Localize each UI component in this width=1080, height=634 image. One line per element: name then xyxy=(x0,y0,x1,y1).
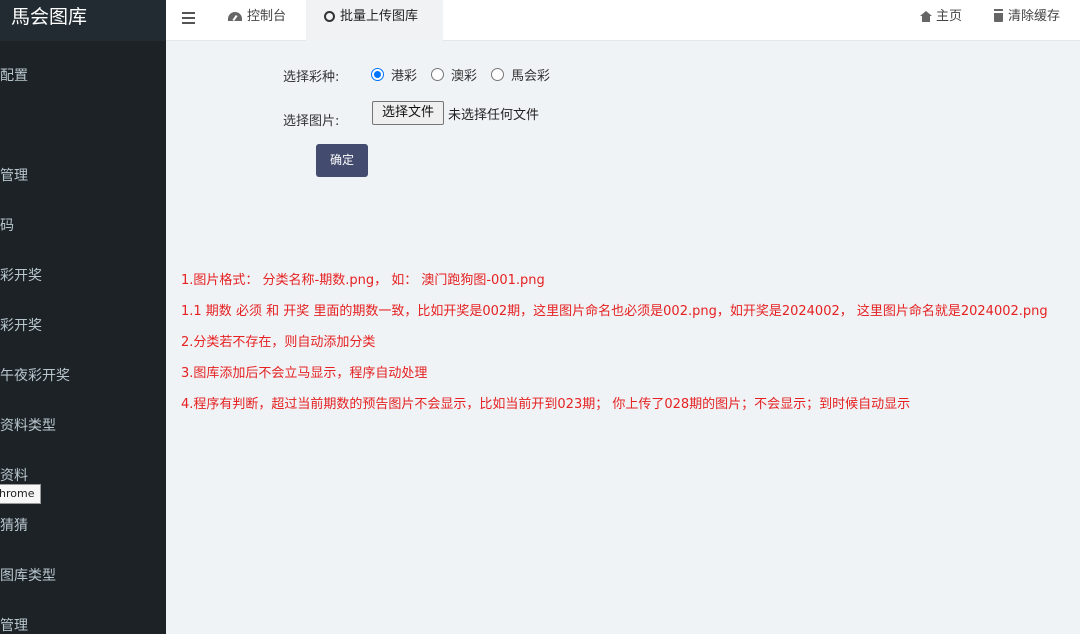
tab-dashboard-label: 控制台 xyxy=(247,9,287,24)
browser-tooltip: hrome xyxy=(0,484,41,504)
sidebar-item-gallery-types[interactable]: 开图库类型 xyxy=(0,551,166,601)
clear-cache-link[interactable]: 清除缓存 xyxy=(994,0,1060,41)
note-line-4: 4.程序有判断，超过当前期数的预告图片不会显示，比如当前开到023期； 你上传了… xyxy=(181,397,911,412)
dashboard-icon xyxy=(228,12,242,21)
image-select-label: 选择图片: xyxy=(283,114,340,129)
radio-hk[interactable] xyxy=(371,67,384,81)
sidebar-item-data-types[interactable]: 台资料类型 xyxy=(0,401,166,451)
file-status-text: 未选择任何文件 xyxy=(448,108,540,123)
clear-cache-label: 清除缓存 xyxy=(1008,9,1061,24)
sidebar: 馬会图库 左配置 示 论管理 换码 港彩开奖 澳彩开奖 澳午夜彩开奖 台资料类型… xyxy=(0,0,166,634)
sidebar-item-notice[interactable]: 示 xyxy=(0,101,166,151)
sidebar-item-config[interactable]: 左配置 xyxy=(0,51,166,101)
radio-macau-label[interactable]: 澳彩 xyxy=(451,65,477,84)
radio-hk-label[interactable]: 港彩 xyxy=(391,65,417,84)
note-line-1-1: 1.1 期数 必须 和 开奖 里面的期数一致，比如开奖是002期，这里图片命名也… xyxy=(181,304,1048,319)
menu-toggle-icon[interactable] xyxy=(182,12,195,24)
sidebar-item-guess[interactable]: 默猜猜 xyxy=(0,501,166,551)
radio-macau[interactable] xyxy=(431,67,445,81)
trash-icon xyxy=(994,11,1003,22)
circle-icon xyxy=(324,11,335,22)
sidebar-item-macau-draw[interactable]: 澳彩开奖 xyxy=(0,301,166,351)
sidebar-menu: 左配置 示 论管理 换码 港彩开奖 澳彩开奖 澳午夜彩开奖 台资料类型 台资料 … xyxy=(0,51,166,634)
note-line-3: 3.图库添加后不会立马显示，程序自动处理 xyxy=(181,366,428,381)
confirm-button[interactable]: 确定 xyxy=(316,144,368,177)
choose-file-button[interactable]: 选择文件 xyxy=(372,101,444,125)
lottery-type-radio-group: 港彩 澳彩 馬会彩 xyxy=(371,65,564,84)
home-icon xyxy=(920,11,932,22)
sidebar-item-macau-midnight-draw[interactable]: 澳午夜彩开奖 xyxy=(0,351,166,401)
tab-dashboard[interactable]: 控制台 xyxy=(228,0,286,41)
radio-mahui[interactable] xyxy=(491,67,505,81)
top-navbar: 控制台 批量上传图库 主页 清除缓存 xyxy=(166,0,1080,41)
home-link[interactable]: 主页 xyxy=(920,0,962,41)
sidebar-item-code[interactable]: 换码 xyxy=(0,201,166,251)
home-link-label: 主页 xyxy=(936,9,963,24)
brand-title: 馬会图库 xyxy=(0,0,166,41)
sidebar-item-hk-draw[interactable]: 港彩开奖 xyxy=(0,251,166,301)
lottery-type-label: 选择彩种: xyxy=(283,70,340,85)
note-line-2: 2.分类若不存在，则自动添加分类 xyxy=(181,335,376,350)
sidebar-item-gallery-manage[interactable]: 库管理 xyxy=(0,601,166,634)
sidebar-item-comments[interactable]: 论管理 xyxy=(0,151,166,201)
radio-mahui-label[interactable]: 馬会彩 xyxy=(511,65,550,84)
note-line-1: 1.图片格式： 分类名称-期数.png， 如： 澳门跑狗图-001.png xyxy=(181,273,545,288)
tab-batch-upload-label: 批量上传图库 xyxy=(340,9,419,24)
tab-batch-upload[interactable]: 批量上传图库 xyxy=(306,0,443,41)
